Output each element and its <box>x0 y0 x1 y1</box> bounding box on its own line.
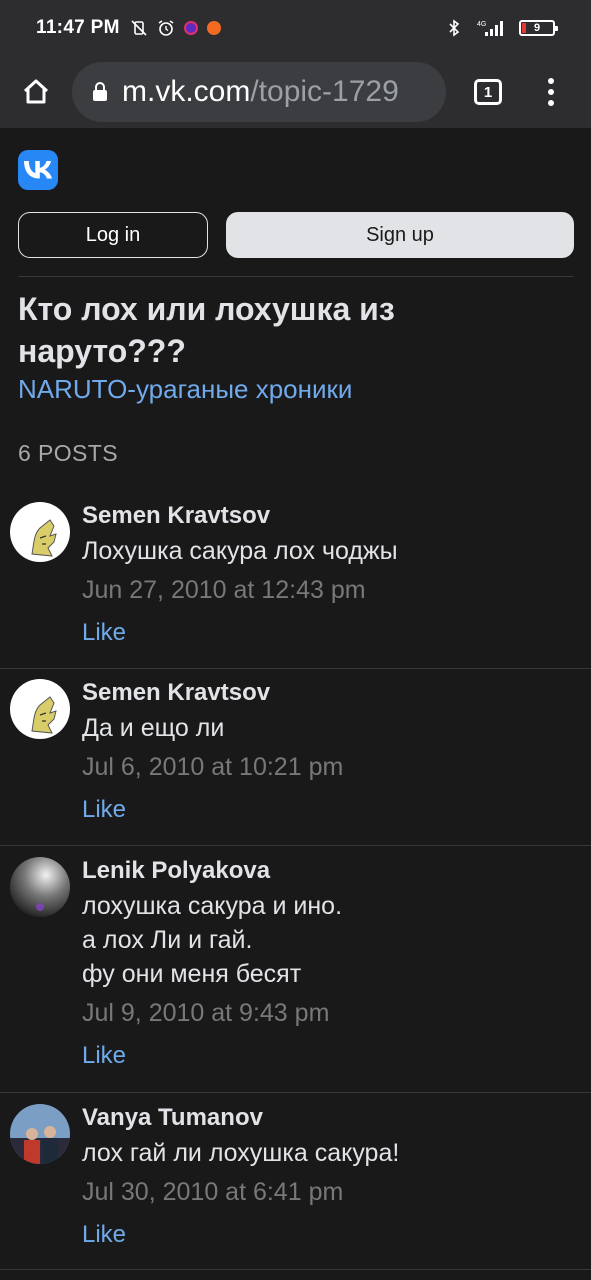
network-type-label: 4G <box>477 21 486 28</box>
browser-toolbar: m.vk.com/topic-1729 1 <box>0 56 591 128</box>
group-link[interactable]: NARUTO-ураганые хроники <box>18 374 352 405</box>
home-icon <box>23 79 49 104</box>
avatar[interactable] <box>10 502 70 562</box>
like-button[interactable]: Like <box>82 795 581 825</box>
avatar[interactable] <box>10 857 70 917</box>
signup-button[interactable]: Sign up <box>226 212 574 258</box>
tab-switcher-button[interactable]: 1 <box>474 79 502 105</box>
post-text: Да и ещо ли <box>82 714 225 742</box>
url-path: /topic-1729 <box>250 75 399 108</box>
login-button[interactable]: Log in <box>18 212 208 258</box>
like-button[interactable]: Like <box>82 618 581 648</box>
like-button[interactable]: Like <box>82 1220 581 1250</box>
bluetooth-icon <box>449 19 460 37</box>
divider <box>18 276 574 277</box>
topic-title: Кто лох или лохушка из наруто??? <box>18 291 395 369</box>
post-text: лох гай ли лохушка сакура! <box>82 1139 400 1167</box>
post-author[interactable]: Semen Kravtsov <box>82 502 581 530</box>
vibrate-off-icon <box>131 20 147 36</box>
avatar[interactable] <box>10 1104 70 1164</box>
alarm-icon <box>158 20 174 36</box>
post-item: Semen Kravtsov Лохушка сакура лох чоджы … <box>0 502 591 669</box>
post-author[interactable]: Semen Kravtsov <box>82 679 581 707</box>
notification-icons <box>130 19 221 37</box>
tab-count: 1 <box>483 83 493 101</box>
system-icons: 4G 9 <box>445 19 558 37</box>
status-bar: 11:47 PM 4G 9 <box>0 0 591 56</box>
post-date[interactable]: Jul 30, 2010 at 6:41 pm <box>82 1176 581 1208</box>
status-time: 11:47 PM <box>36 17 120 38</box>
battery-level: 9 <box>533 22 541 34</box>
battery-icon: 9 <box>519 20 558 36</box>
post-text: Лохушка сакура лох чоджы <box>82 537 398 565</box>
auth-buttons: Log in Sign up <box>18 212 574 258</box>
post-body: Lenik Polyakova лохушка сакура и ино. а … <box>82 857 581 1071</box>
post-text: лохушка сакура и ино. а лох Ли и гай. фу… <box>82 892 343 988</box>
post-item: Vanya Tumanov лох гай ли лохушка сакура!… <box>0 1104 591 1270</box>
url-host: m.vk.com <box>122 75 251 108</box>
post-body: Semen Kravtsov Да и ещо ли Jul 6, 2010 a… <box>82 679 581 825</box>
browser-menu-button[interactable] <box>548 78 554 106</box>
vk-logo[interactable] <box>18 150 58 190</box>
url-text: m.vk.com/topic-1729 <box>122 75 399 109</box>
post-item: Lenik Polyakova лохушка сакура и ино. а … <box>0 857 591 1093</box>
page-content: Log in Sign up Кто лох или лохушка из на… <box>0 128 591 1280</box>
app-notification-icon-orange <box>206 21 221 35</box>
avatar[interactable] <box>10 679 70 739</box>
signal-icon: 4G <box>477 21 503 36</box>
post-body: Vanya Tumanov лох гай ли лохушка сакура!… <box>82 1104 581 1250</box>
vk-logo-icon <box>24 161 52 179</box>
lock-icon <box>92 82 108 102</box>
post-author[interactable]: Vanya Tumanov <box>82 1104 581 1132</box>
post-date[interactable]: Jul 6, 2010 at 10:21 pm <box>82 751 581 783</box>
app-notification-icon <box>183 21 198 35</box>
post-item: Semen Kravtsov Да и ещо ли Jul 6, 2010 a… <box>0 679 591 846</box>
post-body: Semen Kravtsov Лохушка сакура лох чоджы … <box>82 502 581 648</box>
home-button[interactable] <box>0 56 72 128</box>
posts-count: 6 POSTS <box>18 440 118 466</box>
post-author[interactable]: Lenik Polyakova <box>82 857 581 885</box>
post-date[interactable]: Jun 27, 2010 at 12:43 pm <box>82 574 581 606</box>
like-button[interactable]: Like <box>82 1041 581 1071</box>
post-date[interactable]: Jul 9, 2010 at 9:43 pm <box>82 997 581 1029</box>
address-bar[interactable]: m.vk.com/topic-1729 <box>72 62 446 122</box>
